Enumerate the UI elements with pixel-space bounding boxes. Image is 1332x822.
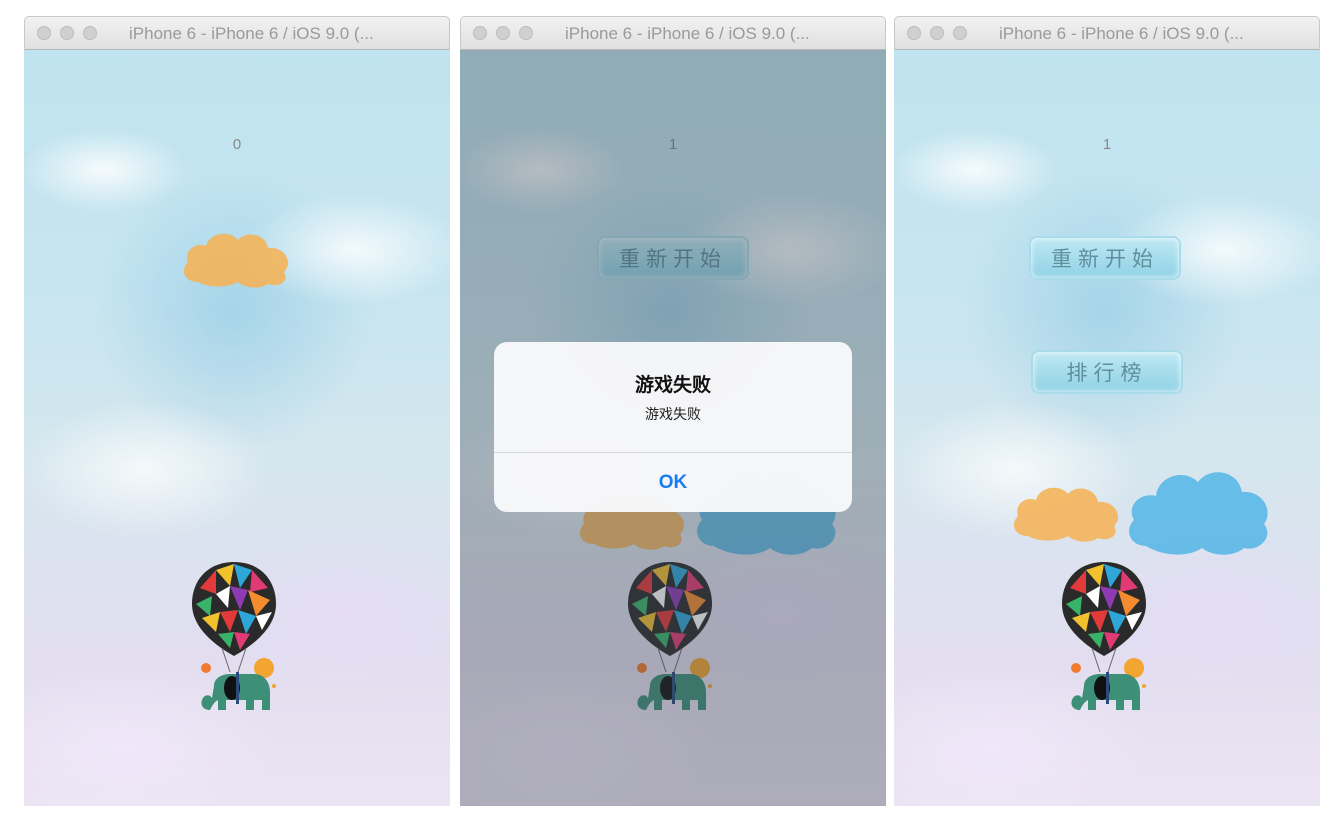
- restart-button[interactable]: 重新开始: [1029, 236, 1181, 280]
- blue-cloud-icon: [1129, 472, 1268, 555]
- simulator-window-3: iPhone 6 - iPhone 6 / iOS 9.0 (... 1 重新开…: [894, 16, 1320, 806]
- game-screen[interactable]: 0: [24, 50, 450, 806]
- orange-cloud-icon: [1013, 487, 1119, 542]
- window-title: iPhone 6 - iPhone 6 / iOS 9.0 (...: [129, 24, 374, 43]
- window-title: iPhone 6 - iPhone 6 / iOS 9.0 (...: [999, 24, 1244, 43]
- elephant-balloon-icon: [1061, 561, 1147, 711]
- game-over-alert: 游戏失败 游戏失败 OK: [494, 342, 852, 512]
- zoom-window-button[interactable]: [83, 26, 97, 40]
- score-label: 1: [1102, 136, 1112, 153]
- orange-cloud-icon: [183, 233, 289, 288]
- game-screen[interactable]: 1 重新开始 排行榜: [894, 50, 1320, 806]
- elephant-balloon-icon: [191, 561, 277, 711]
- close-window-button[interactable]: [907, 26, 921, 40]
- minimize-window-button[interactable]: [60, 26, 74, 40]
- close-window-button[interactable]: [473, 26, 487, 40]
- window-titlebar: iPhone 6 - iPhone 6 / iOS 9.0 (...: [460, 16, 886, 50]
- zoom-window-button[interactable]: [953, 26, 967, 40]
- minimize-window-button[interactable]: [496, 26, 510, 40]
- alert-message: 游戏失败: [645, 407, 701, 423]
- close-window-button[interactable]: [37, 26, 51, 40]
- window-titlebar: iPhone 6 - iPhone 6 / iOS 9.0 (...: [24, 16, 450, 50]
- leaderboard-button[interactable]: 排行榜: [1031, 350, 1183, 394]
- window-title: iPhone 6 - iPhone 6 / iOS 9.0 (...: [565, 24, 810, 43]
- minimize-window-button[interactable]: [930, 26, 944, 40]
- game-screen[interactable]: 1 重新开始 游戏失败 游戏失败 OK: [460, 50, 886, 806]
- zoom-window-button[interactable]: [519, 26, 533, 40]
- score-label: 0: [232, 136, 242, 153]
- alert-ok-button[interactable]: OK: [494, 453, 852, 512]
- window-titlebar: iPhone 6 - iPhone 6 / iOS 9.0 (...: [894, 16, 1320, 50]
- alert-title: 游戏失败: [634, 374, 711, 396]
- simulator-window-2: iPhone 6 - iPhone 6 / iOS 9.0 (... 1 重新开…: [460, 16, 886, 806]
- simulator-window-1: iPhone 6 - iPhone 6 / iOS 9.0 (... 0: [24, 16, 450, 806]
